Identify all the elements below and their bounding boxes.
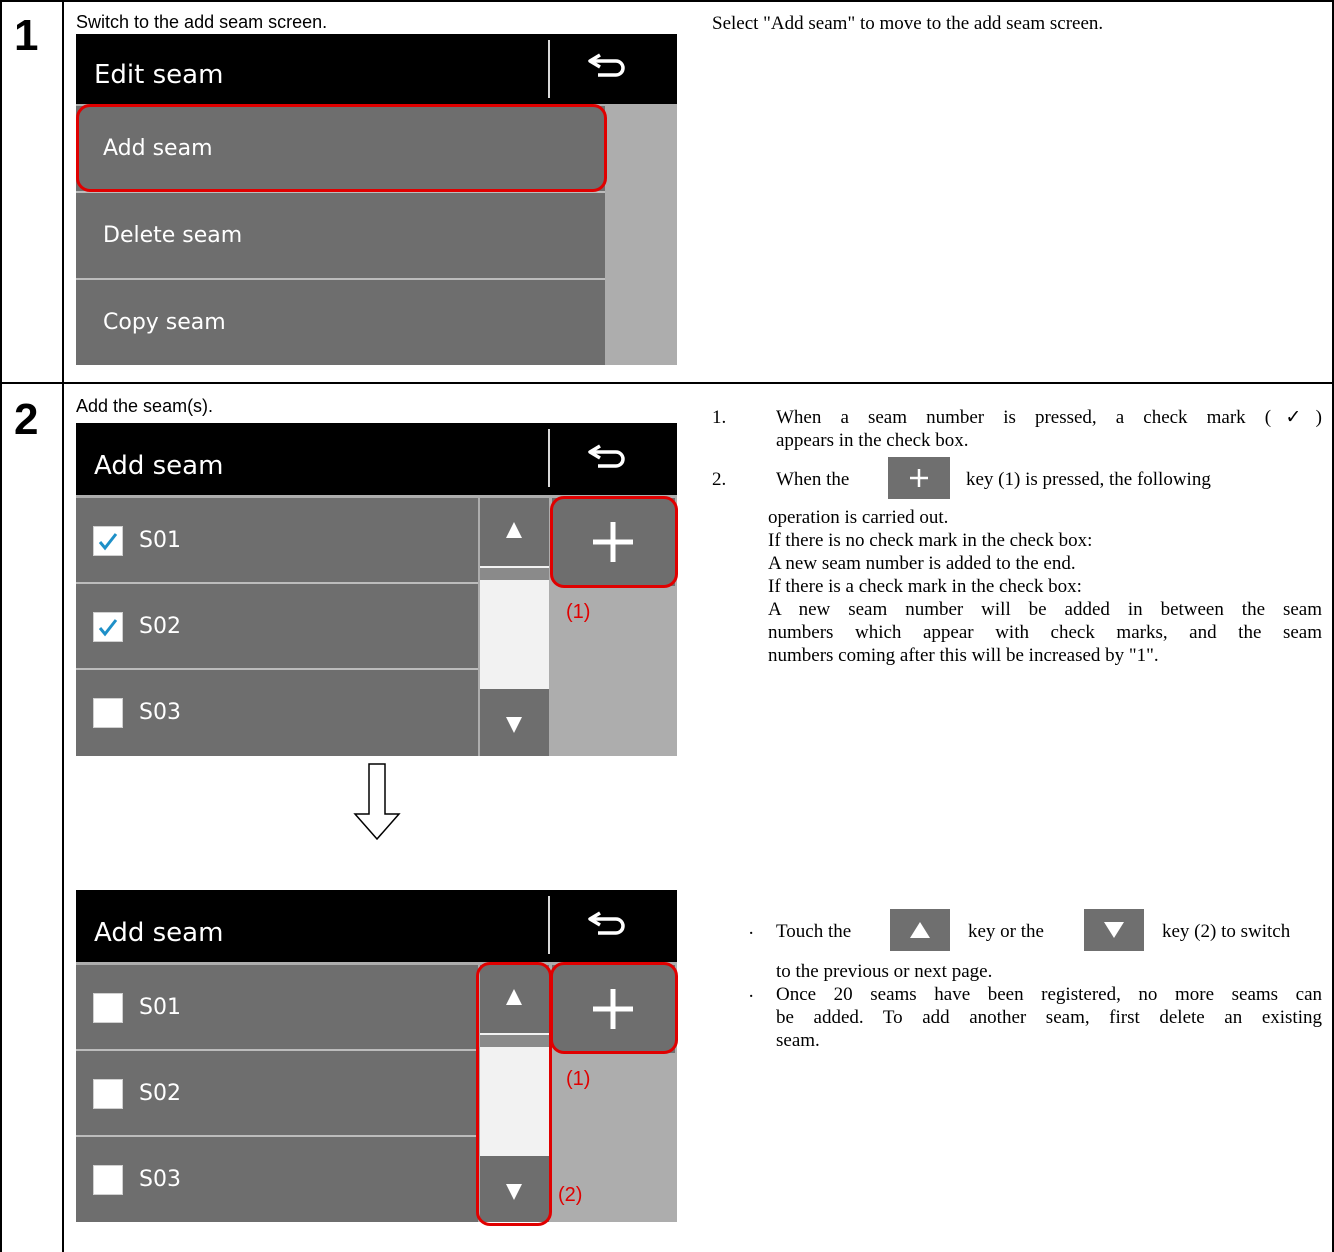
back-arrow-icon[interactable] bbox=[586, 52, 632, 78]
note-para: A new seam number will be added in betwe… bbox=[768, 598, 1322, 667]
highlight-plus-key bbox=[550, 962, 678, 1054]
checkbox[interactable] bbox=[93, 993, 123, 1023]
note-line: When a seam number is pressed, a check m… bbox=[776, 407, 1322, 428]
bullet: · bbox=[748, 986, 755, 1007]
note-text: key (1) is pressed, the following bbox=[966, 468, 1322, 491]
checkbox[interactable] bbox=[93, 526, 123, 556]
highlight-scroll-keys bbox=[476, 962, 552, 1226]
checkbox[interactable] bbox=[93, 612, 123, 642]
checkbox[interactable] bbox=[93, 1079, 123, 1109]
note-line: appears in the check box. bbox=[776, 430, 969, 451]
note-line: A new seam number will be added in betwe… bbox=[768, 599, 1322, 620]
plus-icon bbox=[910, 469, 928, 487]
check-icon bbox=[98, 619, 118, 637]
callout-1: (1) bbox=[566, 601, 591, 623]
seam-row-s02[interactable]: S02 bbox=[76, 1051, 478, 1135]
triangle-down-icon bbox=[1104, 922, 1124, 938]
back-arrow-icon[interactable] bbox=[586, 443, 632, 469]
seam-row-s01[interactable]: S01 bbox=[76, 498, 478, 582]
screen-title: Add seam bbox=[94, 918, 224, 948]
seam-label: S01 bbox=[139, 995, 181, 1020]
seam-row-s03[interactable]: S03 bbox=[76, 670, 478, 756]
note-line: Once 20 seams have been registered, no m… bbox=[776, 984, 1322, 1005]
callout-1: (1) bbox=[566, 1068, 591, 1090]
checkbox[interactable] bbox=[93, 1165, 123, 1195]
screen-header: Edit seam bbox=[76, 34, 677, 104]
note-text: When the bbox=[776, 469, 850, 490]
screen-title: Add seam bbox=[94, 451, 224, 481]
check-icon bbox=[98, 533, 118, 551]
header-divider bbox=[548, 429, 550, 487]
step-number: 1 bbox=[14, 11, 39, 60]
screen-header: Add seam bbox=[76, 890, 677, 962]
note-text: Touch the bbox=[776, 921, 852, 942]
note-line: If there is a check mark in the check bo… bbox=[768, 576, 1082, 597]
down-key-icon bbox=[1084, 909, 1144, 951]
note-line: to the previous or next page. bbox=[776, 961, 993, 982]
note-line: numbers which appear with check marks, a… bbox=[768, 622, 1322, 643]
seam-label: S02 bbox=[139, 1081, 181, 1106]
back-arrow-icon[interactable] bbox=[586, 910, 632, 936]
triangle-up-icon bbox=[506, 522, 522, 538]
edit-seam-screen: Edit seam Add seam Delete seam Copy seam bbox=[76, 34, 677, 365]
scroll-down-button[interactable] bbox=[480, 689, 549, 756]
header-divider bbox=[548, 40, 550, 98]
step-number: 2 bbox=[14, 395, 39, 444]
note-line: seam. bbox=[776, 1030, 820, 1051]
add-seam-screen-before: Add seam S01 S02 S03 bbox=[76, 423, 677, 756]
menu-item-delete-seam[interactable]: Delete seam bbox=[76, 193, 605, 278]
note-1: When a seam number is pressed, a check m… bbox=[776, 406, 1322, 452]
triangle-down-icon bbox=[506, 717, 522, 733]
header-divider bbox=[548, 896, 550, 954]
note-line: operation is carried out. bbox=[768, 507, 949, 528]
scroll-up-button[interactable] bbox=[480, 498, 549, 566]
highlight-add-seam bbox=[76, 104, 607, 192]
frame-top bbox=[0, 0, 1334, 2]
triangle-up-icon bbox=[910, 922, 930, 938]
step-caption: Switch to the add seam screen. bbox=[76, 12, 328, 32]
note-number: 1. bbox=[712, 407, 727, 428]
screen-header: Add seam bbox=[76, 423, 677, 495]
menu-item-copy-seam[interactable]: Copy seam bbox=[76, 280, 605, 365]
seam-label: S03 bbox=[139, 700, 181, 725]
checkbox[interactable] bbox=[93, 698, 123, 728]
note-line: be added. To add another seam, first del… bbox=[776, 1007, 1322, 1028]
seam-row-s01[interactable]: S01 bbox=[76, 965, 478, 1049]
menu-item-label: Copy seam bbox=[103, 310, 226, 335]
step-caption: Add the seam(s). bbox=[76, 396, 214, 416]
note-line: numbers coming after this will be increa… bbox=[768, 645, 1159, 666]
note-line: If there is no check mark in the check b… bbox=[768, 530, 1093, 551]
note-line: key (1) is pressed, the following bbox=[966, 469, 1211, 490]
seam-row-s03[interactable]: S03 bbox=[76, 1137, 478, 1222]
screen-title: Edit seam bbox=[94, 60, 224, 90]
callout-2: (2) bbox=[558, 1184, 583, 1206]
seam-label: S03 bbox=[139, 1167, 181, 1192]
frame-col-divider bbox=[62, 0, 64, 1252]
seam-row-s02[interactable]: S02 bbox=[76, 584, 478, 668]
seam-label: S01 bbox=[139, 528, 181, 553]
step-description: Select "Add seam" to move to the add sea… bbox=[712, 13, 1104, 34]
seam-label: S02 bbox=[139, 614, 181, 639]
note-number: 2. bbox=[712, 469, 727, 490]
plus-key-icon bbox=[888, 457, 950, 499]
add-seam-screen-after: Add seam S01 S02 S03 bbox=[76, 890, 677, 1222]
menu-item-label: Delete seam bbox=[103, 223, 243, 248]
note-text: key or the bbox=[968, 921, 1044, 942]
note-line: A new seam number is added to the end. bbox=[768, 553, 1076, 574]
down-arrow-icon bbox=[353, 763, 401, 841]
frame-row-divider bbox=[0, 382, 1334, 384]
note-text: key (2) to switch bbox=[1162, 921, 1291, 942]
scroll-thumb[interactable] bbox=[480, 568, 549, 580]
highlight-plus-key bbox=[550, 496, 678, 588]
up-key-icon bbox=[890, 909, 950, 951]
frame-left bbox=[0, 0, 2, 1252]
note-para: Once 20 seams have been registered, no m… bbox=[776, 983, 1322, 1052]
bullet: · bbox=[748, 923, 755, 944]
